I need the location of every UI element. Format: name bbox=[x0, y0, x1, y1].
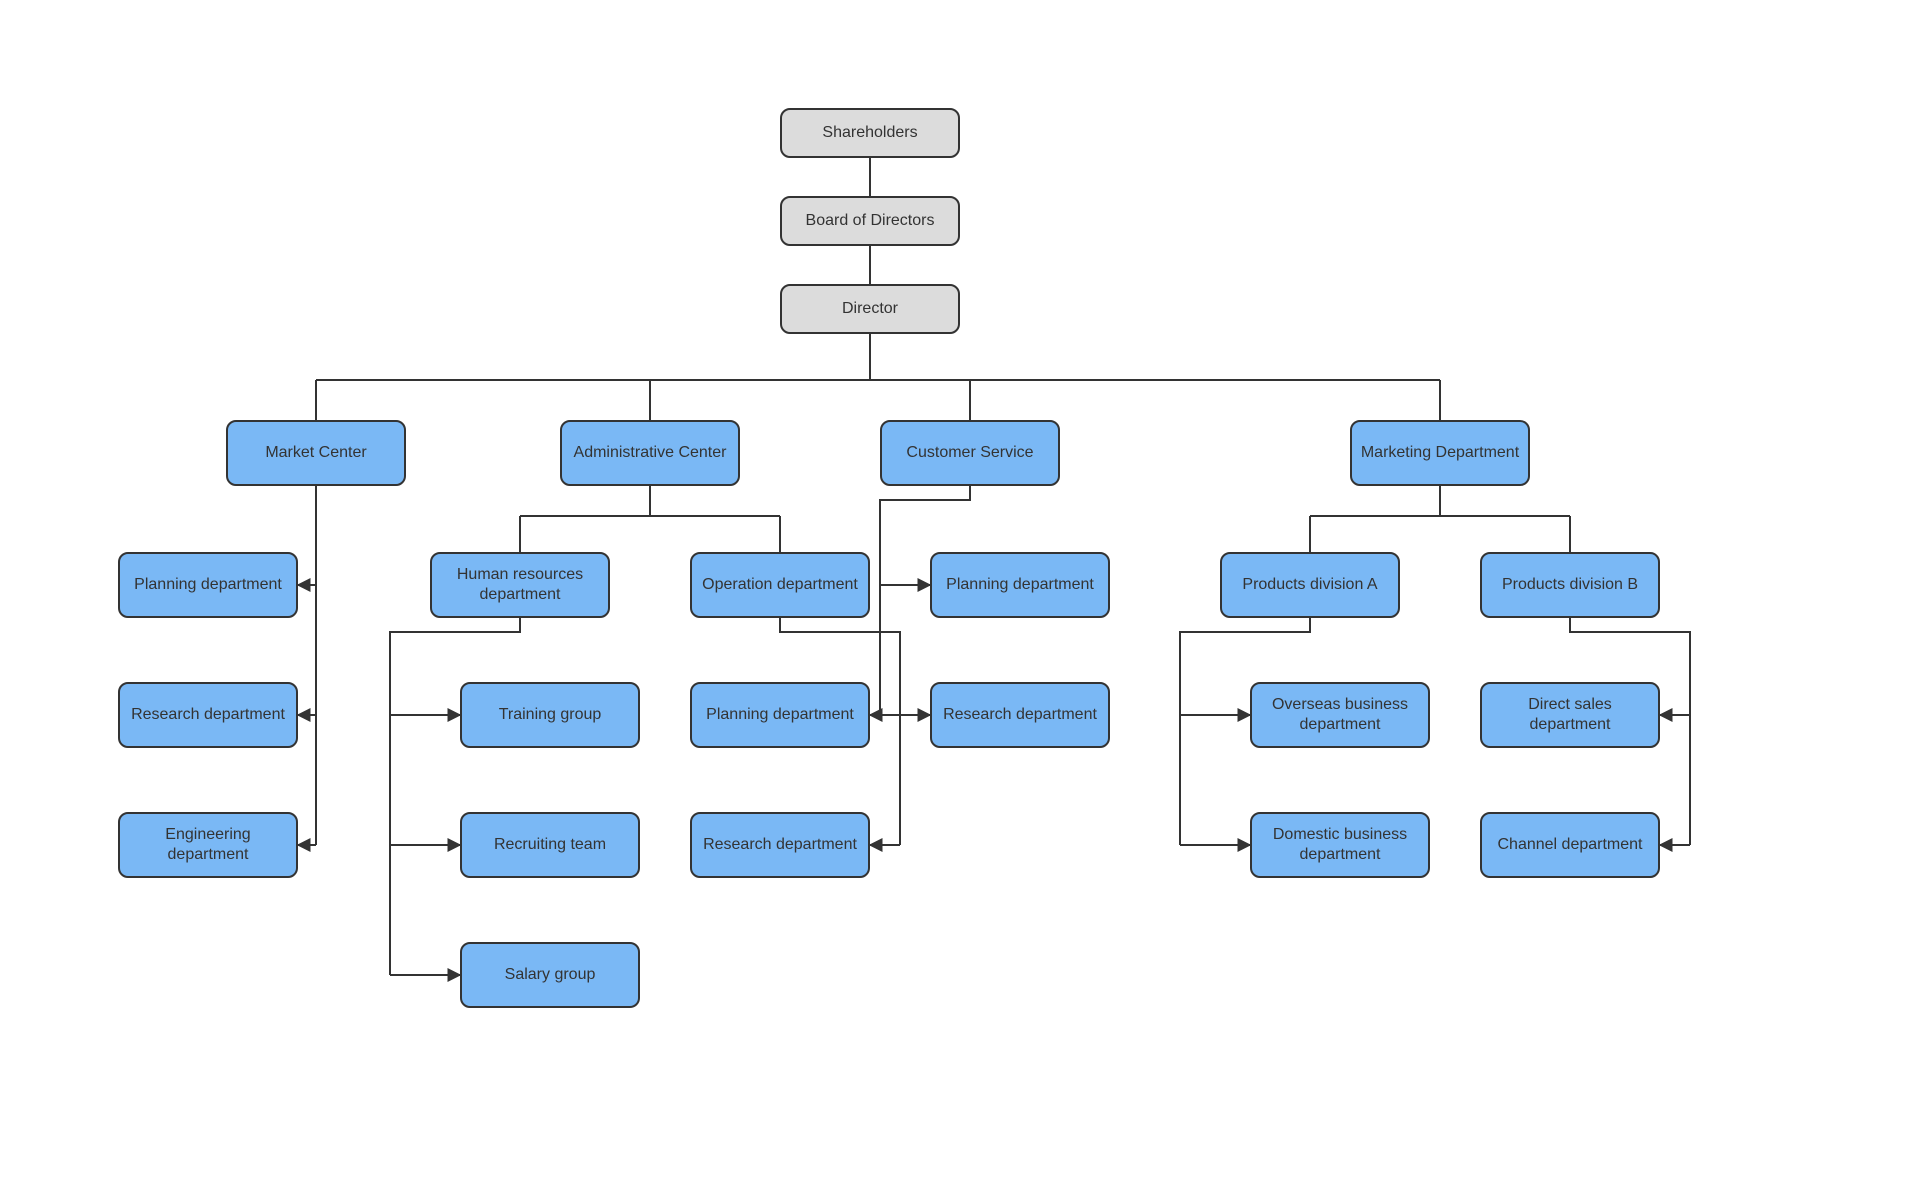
node-op-research: Research department bbox=[690, 812, 870, 878]
node-administrative-center: Administrative Center bbox=[560, 420, 740, 486]
node-label: Domestic business department bbox=[1260, 825, 1420, 865]
node-hr-training: Training group bbox=[460, 682, 640, 748]
node-director: Director bbox=[780, 284, 960, 334]
node-op-planning: Planning department bbox=[690, 682, 870, 748]
node-customer-service: Customer Service bbox=[880, 420, 1060, 486]
node-pb-direct: Direct sales department bbox=[1480, 682, 1660, 748]
node-board-of-directors: Board of Directors bbox=[780, 196, 960, 246]
node-cs-planning: Planning department bbox=[930, 552, 1110, 618]
node-label: Research department bbox=[703, 835, 857, 855]
node-cs-research: Research department bbox=[930, 682, 1110, 748]
node-label: Research department bbox=[943, 705, 1097, 725]
node-label: Planning department bbox=[134, 575, 282, 595]
node-products-a: Products division A bbox=[1220, 552, 1400, 618]
node-label: Customer Service bbox=[906, 443, 1033, 463]
node-label: Products division A bbox=[1242, 575, 1377, 595]
node-label: Planning department bbox=[706, 705, 854, 725]
node-label: Marketing Department bbox=[1361, 443, 1519, 463]
node-label: Director bbox=[842, 299, 898, 319]
node-hr-salary: Salary group bbox=[460, 942, 640, 1008]
node-label: Administrative Center bbox=[574, 443, 727, 463]
org-chart: Shareholders Board of Directors Director… bbox=[0, 0, 1920, 1200]
node-label: Market Center bbox=[265, 443, 366, 463]
node-hr-department: Human resources department bbox=[430, 552, 610, 618]
node-operation-department: Operation department bbox=[690, 552, 870, 618]
node-mc-planning: Planning department bbox=[118, 552, 298, 618]
node-products-b: Products division B bbox=[1480, 552, 1660, 618]
node-label: Overseas business department bbox=[1260, 695, 1420, 735]
node-label: Engineering department bbox=[128, 825, 288, 865]
node-mc-research: Research department bbox=[118, 682, 298, 748]
node-label: Products division B bbox=[1502, 575, 1638, 595]
node-label: Salary group bbox=[505, 965, 596, 985]
node-label: Research department bbox=[131, 705, 285, 725]
node-label: Shareholders bbox=[822, 123, 917, 143]
node-pa-overseas: Overseas business department bbox=[1250, 682, 1430, 748]
node-pa-domestic: Domestic business department bbox=[1250, 812, 1430, 878]
node-label: Direct sales department bbox=[1490, 695, 1650, 735]
node-hr-recruiting: Recruiting team bbox=[460, 812, 640, 878]
node-label: Planning department bbox=[946, 575, 1094, 595]
node-marketing-department: Marketing Department bbox=[1350, 420, 1530, 486]
node-label: Channel department bbox=[1498, 835, 1643, 855]
node-label: Operation department bbox=[702, 575, 858, 595]
node-mc-engineering: Engineering department bbox=[118, 812, 298, 878]
node-label: Board of Directors bbox=[806, 211, 935, 231]
node-label: Training group bbox=[499, 705, 602, 725]
node-label: Recruiting team bbox=[494, 835, 606, 855]
node-label: Human resources department bbox=[440, 565, 600, 605]
node-pb-channel: Channel department bbox=[1480, 812, 1660, 878]
node-shareholders: Shareholders bbox=[780, 108, 960, 158]
node-market-center: Market Center bbox=[226, 420, 406, 486]
